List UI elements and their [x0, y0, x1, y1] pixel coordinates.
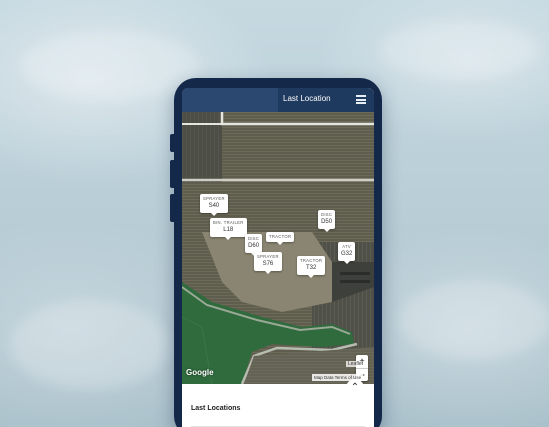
marker-id-label: T32 — [305, 265, 317, 271]
marker-id-label: D50 — [321, 219, 333, 225]
google-logo: Google — [186, 368, 214, 377]
app-header: Last Location — [182, 88, 374, 112]
marker-id-label: L18 — [223, 227, 234, 233]
vehicle-marker[interactable]: ATV G32 — [338, 242, 356, 264]
phone-screen: Last Location SPRAYER S40 BIN. TRAILER L… — [182, 88, 374, 427]
panel-title: Last Locations — [191, 405, 241, 412]
phone-side-button — [170, 160, 174, 188]
page-title: Last Location — [283, 94, 331, 103]
vehicle-marker[interactable]: TRACTOR — [266, 232, 295, 245]
marker-id-label: D60 — [248, 243, 260, 249]
vehicle-marker[interactable]: SPRAYER S76 — [254, 252, 282, 274]
vehicle-marker[interactable]: DISC D50 — [318, 210, 336, 232]
marker-id-label: G32 — [341, 251, 353, 257]
leaflet-attribution[interactable]: Leaflet — [346, 361, 366, 367]
vehicle-marker[interactable]: BIN. TRAILER L18 — [210, 218, 247, 240]
marker-id-label: S76 — [262, 261, 274, 267]
header-left-area — [182, 88, 278, 112]
vehicle-marker[interactable]: DISC D60 — [245, 234, 263, 256]
phone-frame: Last Location SPRAYER S40 BIN. TRAILER L… — [170, 78, 382, 427]
phone-side-button — [170, 134, 174, 152]
background-cloud — [400, 280, 549, 360]
marker-type-label: TRACTOR — [269, 234, 292, 239]
hamburger-menu-icon[interactable] — [356, 95, 366, 104]
background: Last Location SPRAYER S40 BIN. TRAILER L… — [0, 0, 549, 427]
background-cloud — [10, 300, 170, 390]
satellite-map[interactable]: SPRAYER S40 BIN. TRAILER L18 DISC D50 DI… — [182, 112, 374, 384]
phone-side-button — [170, 194, 174, 222]
marker-id-label: S40 — [208, 203, 220, 209]
vehicle-marker[interactable]: TRACTOR T32 — [297, 256, 326, 278]
vehicle-marker[interactable]: SPRAYER S40 — [200, 194, 228, 216]
chevron-up-icon[interactable]: ⌃ — [346, 379, 364, 397]
background-cloud — [380, 20, 540, 80]
background-cloud — [20, 30, 200, 100]
last-locations-panel: ⌃ Last Locations — [182, 379, 374, 427]
